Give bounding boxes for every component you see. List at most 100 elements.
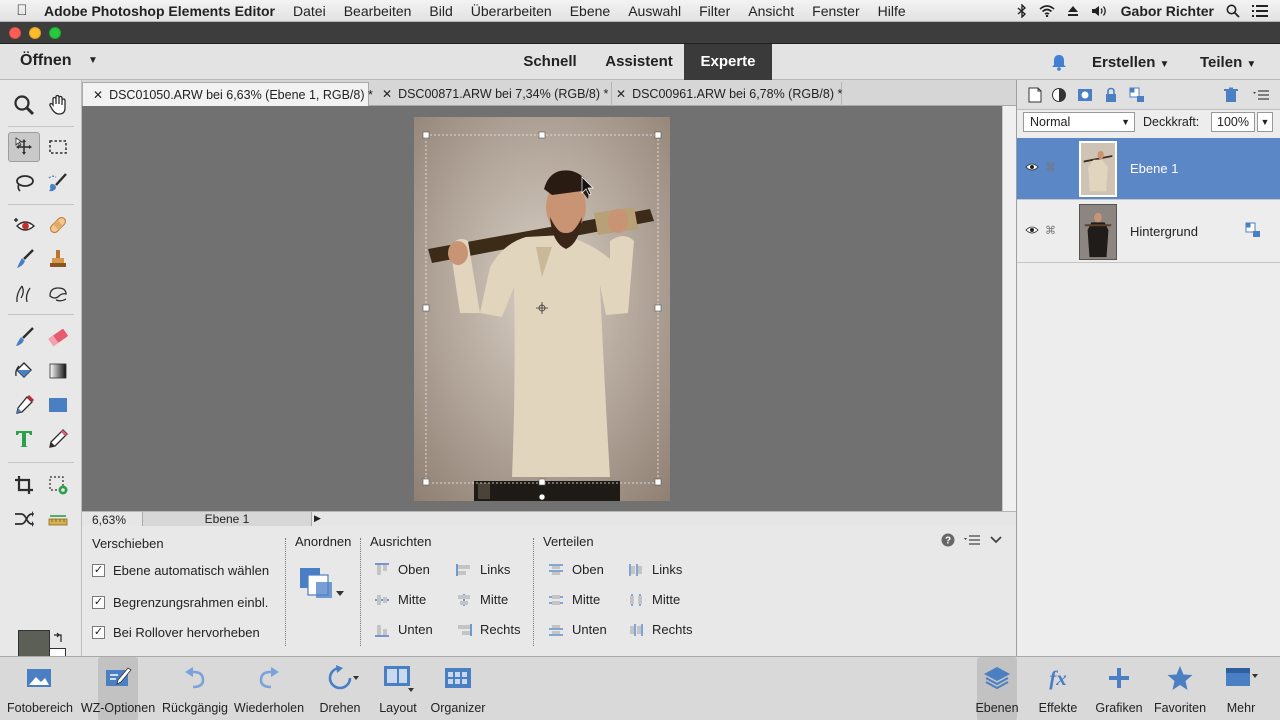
panel-menu-icon[interactable] xyxy=(1253,87,1269,103)
sponge-tool-icon[interactable] xyxy=(42,278,74,308)
distribute-top-button[interactable]: Oben xyxy=(548,562,604,577)
document-tab-2[interactable]: ✕ DSC00871.ARW bei 7,34% (RGB/8) * xyxy=(372,82,612,106)
checkbox-checked-icon[interactable]: ✓ xyxy=(92,596,105,609)
paint-bucket-icon[interactable] xyxy=(8,356,40,386)
menu-filter[interactable]: Filter xyxy=(699,3,730,19)
zoom-window-button[interactable] xyxy=(49,27,61,39)
show-bounding-box-checkbox[interactable]: ✓ Begrenzungsrahmen einbl. xyxy=(92,595,268,610)
menu-view[interactable]: Ansicht xyxy=(748,3,794,19)
close-icon[interactable]: ✕ xyxy=(93,88,103,102)
menu-help[interactable]: Hilfe xyxy=(878,3,906,19)
menu-enhance[interactable]: Überarbeiten xyxy=(471,3,552,19)
move-tool-icon[interactable] xyxy=(8,132,40,162)
shape-tool-icon[interactable] xyxy=(42,390,74,420)
trash-icon[interactable] xyxy=(1223,87,1239,103)
align-top-button[interactable]: Oben xyxy=(374,562,430,577)
distribute-left-button[interactable]: Links xyxy=(628,562,682,577)
hand-tool-icon[interactable] xyxy=(42,90,74,120)
share-button[interactable]: Teilen ▼ xyxy=(1200,54,1256,71)
gradient-tool-icon[interactable] xyxy=(42,356,74,386)
eye-icon[interactable] xyxy=(1025,162,1039,172)
notification-center-icon[interactable] xyxy=(1252,4,1268,17)
document-canvas[interactable] xyxy=(414,117,670,501)
apple-icon[interactable]:  xyxy=(0,2,44,19)
auto-select-layer-checkbox[interactable]: ✓ Ebene automatisch wählen xyxy=(92,563,269,578)
mode-tab-expert[interactable]: Experte xyxy=(684,44,772,80)
link-icon[interactable]: ⌘ xyxy=(1045,161,1056,174)
align-center-button[interactable]: Mitte xyxy=(456,592,508,607)
eyedropper-icon[interactable] xyxy=(8,390,40,420)
layout-button[interactable]: Layout xyxy=(378,657,418,720)
vertical-scrollbar[interactable] xyxy=(1002,106,1016,511)
mode-tab-quick[interactable]: Schnell xyxy=(510,44,590,80)
lock-transparent-pixels-icon[interactable] xyxy=(1245,222,1261,238)
lasso-tool-icon[interactable] xyxy=(8,168,40,198)
eject-icon[interactable] xyxy=(1067,5,1079,17)
menu-window[interactable]: Fenster xyxy=(812,3,859,19)
redo-button[interactable]: Wiederholen xyxy=(234,657,304,720)
crop-tool-icon[interactable] xyxy=(8,470,40,500)
distribute-right-button[interactable]: Rechts xyxy=(628,622,692,637)
menu-file[interactable]: Datei xyxy=(293,3,326,19)
eye-icon[interactable] xyxy=(1025,225,1039,235)
align-middle-button[interactable]: Mitte xyxy=(374,592,426,607)
layer-row-background[interactable]: ⌘ Hintergrund xyxy=(1017,201,1280,263)
menu-layer[interactable]: Ebene xyxy=(570,3,610,19)
rectangular-marquee-icon[interactable] xyxy=(42,132,74,162)
layer-thumbnail[interactable] xyxy=(1079,204,1117,260)
bluetooth-icon[interactable] xyxy=(1017,3,1027,18)
lock-transparent-pixels-icon[interactable] xyxy=(1129,87,1145,103)
align-right-button[interactable]: Rechts xyxy=(456,622,520,637)
opacity-input[interactable]: 100% xyxy=(1211,112,1255,132)
highlight-on-rollover-checkbox[interactable]: ✓ Bei Rollover hervorheben xyxy=(92,625,260,640)
checkbox-checked-icon[interactable]: ✓ xyxy=(92,564,105,577)
lock-icon[interactable] xyxy=(1103,87,1119,103)
close-window-button[interactable] xyxy=(9,27,21,39)
menu-edit[interactable]: Bearbeiten xyxy=(344,3,412,19)
status-menu-arrow-icon[interactable]: ▶ xyxy=(314,513,321,524)
blur-tool-icon[interactable] xyxy=(8,278,40,308)
zoom-level[interactable]: 6,63% xyxy=(92,513,126,527)
recompose-tool-icon[interactable] xyxy=(42,470,74,500)
eraser-tool-icon[interactable] xyxy=(42,322,74,352)
collapse-chevron-icon[interactable] xyxy=(990,535,1002,545)
smart-brush-icon[interactable] xyxy=(8,244,40,274)
volume-icon[interactable] xyxy=(1091,5,1109,17)
link-icon[interactable]: ⌘ xyxy=(1045,224,1056,237)
bell-icon[interactable] xyxy=(1050,53,1068,71)
layer-row-ebene-1[interactable]: ⌘ Ebene 1 xyxy=(1017,138,1280,200)
document-tab-3[interactable]: ✕ DSC00961.ARW bei 6,78% (RGB/8) * xyxy=(606,82,842,106)
undo-button[interactable]: Rückgängig xyxy=(162,657,228,720)
open-button[interactable]: Öffnen xyxy=(20,52,72,70)
chevron-down-icon[interactable]: ▼ xyxy=(88,55,98,66)
panel-menu-icon[interactable] xyxy=(964,535,980,545)
quick-selection-icon[interactable] xyxy=(42,168,74,198)
user-name[interactable]: Gabor Richter xyxy=(1121,3,1214,19)
arrange-button[interactable] xyxy=(298,566,348,609)
distribute-bottom-button[interactable]: Unten xyxy=(548,622,607,637)
healing-brush-icon[interactable] xyxy=(42,210,74,240)
layers-panel-button[interactable]: Ebenen xyxy=(975,657,1019,720)
layer-thumbnail[interactable] xyxy=(1079,141,1117,197)
menu-select[interactable]: Auswahl xyxy=(628,3,681,19)
adjustment-layer-icon[interactable] xyxy=(1051,87,1067,103)
zoom-tool-icon[interactable] xyxy=(8,90,40,120)
menu-app-name[interactable]: Adobe Photoshop Elements Editor xyxy=(44,3,275,19)
organizer-button[interactable]: Organizer xyxy=(431,657,485,720)
swap-colors-icon[interactable] xyxy=(52,632,64,644)
checkbox-checked-icon[interactable]: ✓ xyxy=(92,626,105,639)
close-icon[interactable]: ✕ xyxy=(616,87,626,101)
clone-stamp-icon[interactable] xyxy=(42,244,74,274)
text-tool-icon[interactable] xyxy=(8,424,40,454)
straighten-tool-icon[interactable] xyxy=(42,504,74,534)
layer-name[interactable]: Ebene 1 xyxy=(1130,161,1178,176)
mode-tab-guided[interactable]: Assistent xyxy=(595,44,683,80)
create-button[interactable]: Erstellen ▼ xyxy=(1092,54,1169,71)
document-tab-1[interactable]: ✕ DSC01050.ARW bei 6,63% (Ebene 1, RGB/8)… xyxy=(82,82,373,106)
distribute-middle-button[interactable]: Mitte xyxy=(548,592,600,607)
photo-bin-button[interactable]: Fotobereich xyxy=(7,657,73,720)
close-icon[interactable]: ✕ xyxy=(382,87,392,101)
effects-button[interactable]: fx Effekte xyxy=(1038,657,1078,720)
brush-tool-icon[interactable] xyxy=(8,322,40,352)
menu-image[interactable]: Bild xyxy=(429,3,452,19)
